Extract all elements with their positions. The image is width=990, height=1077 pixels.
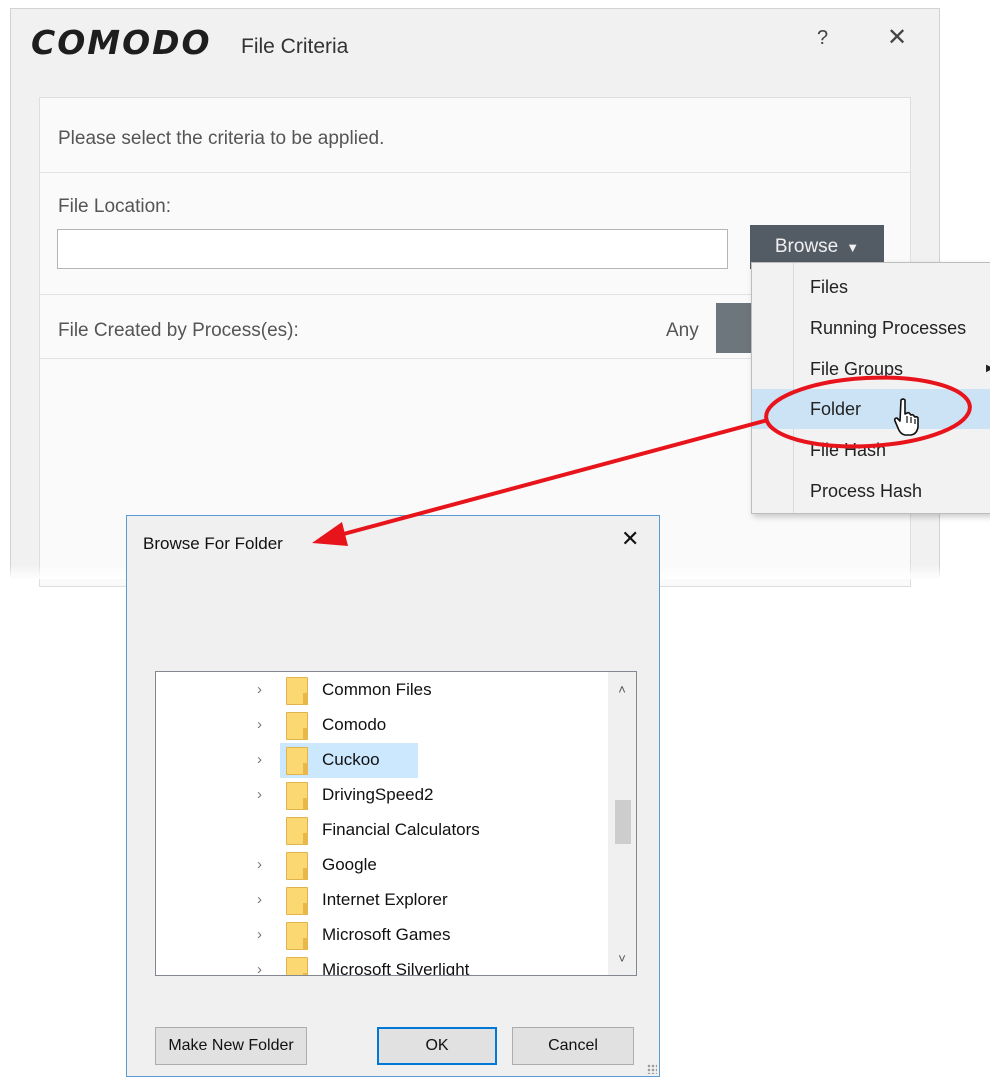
expand-chevron-icon[interactable]: ›: [257, 926, 262, 943]
folder-icon: [286, 887, 308, 915]
expand-chevron-icon[interactable]: ›: [257, 856, 262, 873]
menu-item-file-hash[interactable]: File Hash: [752, 430, 990, 470]
file-location-input[interactable]: [57, 229, 728, 269]
folder-tree[interactable]: › Common Files › Comodo › Cuckoo › Drivi…: [155, 671, 637, 976]
folder-icon: [286, 817, 308, 845]
comodo-logo: COMODO: [31, 23, 212, 62]
make-new-folder-button[interactable]: Make New Folder: [155, 1027, 307, 1065]
scroll-up-icon[interactable]: ˄: [608, 676, 636, 704]
menu-item-label: Process Hash: [810, 481, 923, 501]
hand-cursor-icon: [893, 398, 919, 436]
expand-chevron-icon[interactable]: ›: [257, 961, 262, 975]
menu-item-label: Folder: [810, 399, 862, 419]
vertical-scrollbar[interactable]: ˄ ˅: [608, 672, 636, 975]
tree-item-label: Common Files: [322, 680, 432, 699]
tree-item-microsoft-games[interactable]: › Microsoft Games: [156, 918, 606, 953]
browse-dropdown-menu: Files Running Processes File Groups ▶ Fo…: [751, 262, 990, 514]
menu-item-running-processes[interactable]: Running Processes: [752, 308, 990, 348]
instruction-text: Please select the criteria to be applied…: [58, 128, 385, 149]
process-select-button[interactable]: [716, 303, 756, 353]
tree-item-google[interactable]: › Google: [156, 848, 606, 883]
button-label: Make New Folder: [168, 1037, 294, 1054]
menu-item-folder[interactable]: Folder: [752, 389, 990, 429]
ok-button[interactable]: OK: [377, 1027, 497, 1065]
dropdown-arrow-icon: ▼: [846, 239, 860, 255]
scroll-down-icon[interactable]: ˅: [608, 945, 636, 973]
expand-chevron-icon[interactable]: ›: [257, 891, 262, 908]
tree-item-drivingspeed2[interactable]: › DrivingSpeed2: [156, 778, 606, 813]
browse-button-label: Browse: [774, 236, 839, 257]
menu-item-process-hash[interactable]: Process Hash: [752, 471, 990, 511]
tree-item-microsoft-silverlight[interactable]: › Microsoft Silverlight: [156, 953, 606, 976]
menu-item-file-groups[interactable]: File Groups ▶: [752, 349, 990, 389]
menu-item-label: Running Processes: [810, 318, 967, 338]
browse-for-folder-dialog: Browse For Folder ✕ › Common Files › Com…: [126, 515, 660, 1077]
folder-icon: [286, 922, 308, 950]
tree-item-label: Internet Explorer: [322, 890, 448, 909]
file-created-by-label: File Created by Process(es):: [58, 320, 299, 341]
tree-item-label: DrivingSpeed2: [322, 785, 434, 804]
menu-item-label: Files: [810, 277, 849, 297]
expand-chevron-icon[interactable]: ›: [257, 716, 262, 733]
close-button[interactable]: ✕: [887, 23, 907, 52]
button-label: Cancel: [548, 1037, 598, 1054]
cancel-button[interactable]: Cancel: [512, 1027, 634, 1065]
folder-icon: [286, 782, 308, 810]
tree-item-comodo[interactable]: › Comodo: [156, 708, 606, 743]
process-any-value: Any: [666, 320, 699, 341]
menu-item-label: File Groups: [810, 359, 904, 379]
expand-chevron-icon[interactable]: ›: [257, 681, 262, 698]
tree-item-financial-calculators[interactable]: Financial Calculators: [156, 813, 606, 848]
submenu-arrow-icon: ▶: [986, 363, 990, 374]
tree-item-cuckoo[interactable]: › Cuckoo: [156, 743, 606, 778]
folder-icon: [286, 712, 308, 740]
tree-item-common-files[interactable]: › Common Files: [156, 673, 606, 708]
folder-dialog-title: Browse For Folder: [143, 534, 283, 553]
tree-item-label: Financial Calculators: [322, 820, 480, 839]
folder-icon: [286, 677, 308, 705]
folder-icon: [286, 852, 308, 880]
dialog-title: File Criteria: [241, 35, 349, 58]
tree-item-label: Cuckoo: [322, 750, 380, 769]
button-label: OK: [425, 1037, 449, 1054]
tree-item-label: Microsoft Silverlight: [322, 960, 470, 976]
scrollbar-thumb[interactable]: [615, 800, 631, 844]
menu-item-files[interactable]: Files: [752, 267, 990, 307]
tree-item-label: Google: [322, 855, 377, 874]
tree-item-label: Microsoft Games: [322, 925, 451, 944]
file-location-label: File Location:: [58, 196, 172, 217]
folder-icon: [286, 747, 308, 775]
expand-chevron-icon[interactable]: ›: [257, 751, 262, 768]
folder-icon: [286, 957, 308, 975]
tree-item-internet-explorer[interactable]: › Internet Explorer: [156, 883, 606, 918]
expand-chevron-icon[interactable]: ›: [257, 786, 262, 803]
menu-item-label: File Hash: [810, 440, 887, 460]
close-button[interactable]: ✕: [621, 526, 639, 552]
resize-grip-icon[interactable]: [647, 1064, 657, 1074]
tree-item-label: Comodo: [322, 715, 387, 734]
help-button[interactable]: ?: [817, 27, 828, 50]
divider: [40, 172, 910, 173]
